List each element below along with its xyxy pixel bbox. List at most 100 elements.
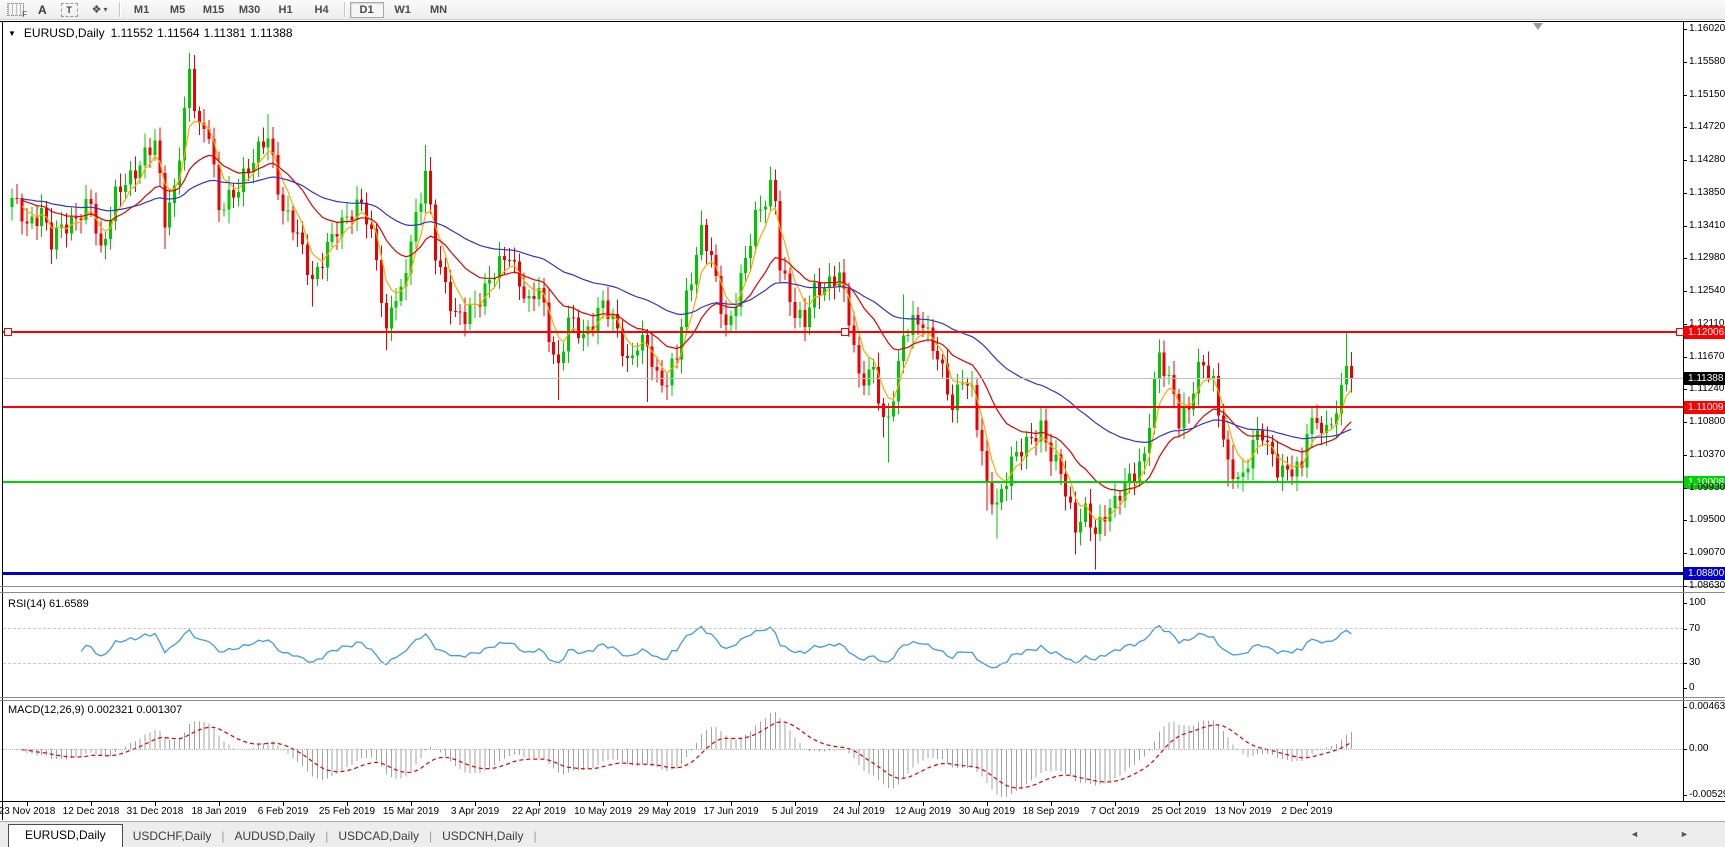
date-axis-label: 15 Mar 2019 <box>383 806 439 817</box>
price-axis-label: 1.09070 <box>1689 547 1725 559</box>
price-axis-label: 1.12110 <box>1689 318 1725 330</box>
date-axis-label: 5 Jul 2019 <box>772 806 818 817</box>
rsi-tick <box>1683 603 1687 604</box>
price-tick <box>1683 127 1687 128</box>
date-axis-label: 17 Jun 2019 <box>703 806 758 817</box>
price-axis-label: 1.13410 <box>1689 220 1725 232</box>
price-tick <box>1683 62 1687 63</box>
price-tick <box>1683 553 1687 554</box>
price-tick <box>1683 389 1687 390</box>
price-tick <box>1683 258 1687 259</box>
object-bid-price-line[interactable] <box>3 378 1683 379</box>
rsi-label: RSI(14) 61.6589 <box>8 598 89 610</box>
price-axis-label: 1.14280 <box>1689 154 1725 166</box>
price-chart-canvas[interactable] <box>0 0 1683 820</box>
price-axis-label: 1.10370 <box>1689 449 1725 461</box>
object-resistance-line-lower[interactable] <box>3 406 1683 408</box>
rsi-axis-label: 0 <box>1689 682 1725 694</box>
object-support-line-green[interactable] <box>3 481 1683 483</box>
line-drag-handle[interactable] <box>1676 328 1684 336</box>
price-tick <box>1683 29 1687 30</box>
price-axis-label: 1.15150 <box>1689 89 1725 101</box>
macd-zero-line <box>3 749 1683 750</box>
price-badge-resistance-line-lower: 1.11009 <box>1684 401 1725 414</box>
rsi-axis-label: 30 <box>1689 657 1725 669</box>
symbol-period-label: EURUSD,Daily <box>24 26 105 40</box>
line-drag-handle[interactable] <box>841 328 849 336</box>
date-axis-label: 18 Sep 2019 <box>1023 806 1080 817</box>
tab-usdcnh[interactable]: USDCNH,Daily <box>432 826 533 847</box>
price-tick <box>1683 357 1687 358</box>
date-axis-label: 31 Dec 2018 <box>127 806 184 817</box>
date-axis-label: 23 Nov 2018 <box>0 806 55 817</box>
date-axis-label: 6 Feb 2019 <box>258 806 309 817</box>
price-tick <box>1683 160 1687 161</box>
date-axis-label: 7 Oct 2019 <box>1091 806 1140 817</box>
price-tick <box>1683 193 1687 194</box>
rsi-axis-label: 70 <box>1689 623 1725 635</box>
price-tick <box>1683 422 1687 423</box>
price-axis-label: 1.11240 <box>1689 383 1725 395</box>
tab-separator: | <box>533 829 536 847</box>
rsi-tick <box>1683 629 1687 630</box>
price-axis-label: 1.12540 <box>1689 285 1725 297</box>
price-axis-label: 1.12980 <box>1689 252 1725 264</box>
chart-shift-marker-icon[interactable] <box>1533 23 1543 30</box>
open-value: 1.11552 <box>111 26 154 40</box>
price-axis-label: 1.15580 <box>1689 56 1725 68</box>
price-tick <box>1683 520 1687 521</box>
date-axis-label: 3 Apr 2019 <box>451 806 499 817</box>
date-axis-label: 12 Aug 2019 <box>895 806 951 817</box>
tab-eurusd[interactable]: EURUSD,Daily <box>8 824 123 847</box>
date-axis-label: 18 Jan 2019 <box>191 806 246 817</box>
macd-axis-label: -0.005299 <box>1689 789 1725 801</box>
price-tick <box>1683 455 1687 456</box>
macd-axis-label: 0.00463 <box>1689 701 1725 713</box>
price-badge-support-line-blue: 1.08800 <box>1684 567 1725 580</box>
date-axis-label: 13 Nov 2019 <box>1215 806 1272 817</box>
price-axis-label: 1.09930 <box>1689 482 1725 494</box>
date-axis-label: 25 Feb 2019 <box>319 806 375 817</box>
rsi-axis-label: 100 <box>1689 597 1725 609</box>
price-tick <box>1683 488 1687 489</box>
object-support-line-blue[interactable] <box>3 572 1683 575</box>
trading-terminal-window: F A T ❖ ▾ M1M5M15M30H1H4 D1W1MN 1.120061… <box>0 0 1725 846</box>
macd-label: MACD(12,26,9) 0.002321 0.001307 <box>8 704 182 716</box>
date-axis-label: 30 Aug 2019 <box>959 806 1015 817</box>
price-tick <box>1683 586 1687 587</box>
tab-usdchf[interactable]: USDCHF,Daily <box>123 826 222 847</box>
chart-ohlc-header: ▼ EURUSD,Daily 1.11552 1.11564 1.11381 1… <box>8 26 293 40</box>
tabs-scroll-left-icon[interactable]: ◄ <box>1630 829 1639 839</box>
price-tick <box>1683 95 1687 96</box>
rsi-level-30 <box>3 663 1683 664</box>
date-axis-label: 2 Dec 2019 <box>1281 806 1332 817</box>
macd-tick <box>1683 707 1687 708</box>
rsi-tick <box>1683 688 1687 689</box>
macd-axis-label: 0.00 <box>1689 743 1725 755</box>
date-axis-label: 29 May 2019 <box>638 806 696 817</box>
date-axis-label: 22 Apr 2019 <box>512 806 566 817</box>
price-axis-label: 1.10800 <box>1689 416 1725 428</box>
price-tick <box>1683 291 1687 292</box>
date-axis-label: 24 Jul 2019 <box>833 806 885 817</box>
rsi-level-70 <box>3 628 1683 629</box>
tabs-scroll-right-icon[interactable]: ► <box>1680 829 1689 839</box>
low-value: 1.11381 <box>204 26 247 40</box>
price-tick <box>1683 226 1687 227</box>
high-value: 1.11564 <box>157 26 200 40</box>
tab-usdcad[interactable]: USDCAD,Daily <box>328 826 429 847</box>
chart-tabs-bar: EURUSD,DailyUSDCHF,Daily|AUDUSD,Daily|US… <box>0 821 1725 847</box>
rsi-tick <box>1683 663 1687 664</box>
price-axis-label: 1.16020 <box>1689 23 1725 35</box>
line-drag-handle[interactable] <box>4 328 12 336</box>
chart-menu-arrow-icon[interactable]: ▼ <box>8 29 16 38</box>
date-axis-label: 10 May 2019 <box>574 806 632 817</box>
price-axis-label: 1.14720 <box>1689 121 1725 133</box>
price-axis-label: 1.09500 <box>1689 514 1725 526</box>
date-axis-label: 12 Dec 2018 <box>63 806 120 817</box>
price-axis-label: 1.08630 <box>1689 580 1725 592</box>
tab-audusd[interactable]: AUDUSD,Daily <box>225 826 326 847</box>
price-axis-label: 1.13850 <box>1689 187 1725 199</box>
price-axis-label: 1.11670 <box>1689 351 1725 363</box>
date-axis-label: 25 Oct 2019 <box>1152 806 1206 817</box>
